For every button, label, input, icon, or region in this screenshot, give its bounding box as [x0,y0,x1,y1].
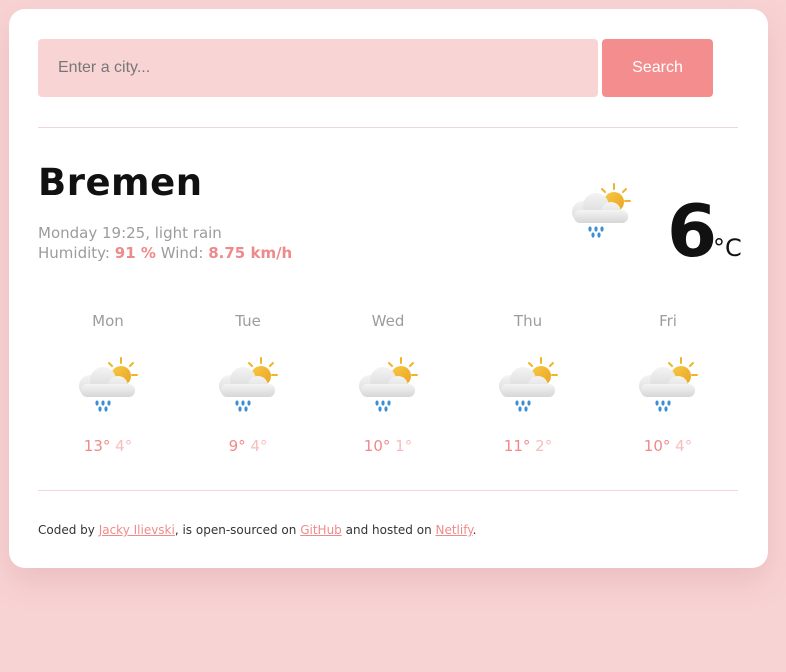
sun-cloud-rain-icon [76,355,140,415]
search-button[interactable]: Search [602,39,713,97]
forecast-temps: 13° 4° [38,436,178,456]
sun-cloud-rain-icon [356,355,420,415]
forecast-min-temp: 2° [535,437,553,455]
footer-text: . [472,523,477,537]
forecast-day: Fri 10° 4° [598,311,738,456]
temperature-unit-toggle[interactable]: °C [713,233,742,263]
forecast-min-temp: 4° [115,437,133,455]
footer-text: Coded by [38,523,99,537]
forecast-day-name: Thu [513,312,543,330]
forecast-max-temp: 9° [228,437,246,455]
footer-text: and hosted on [341,523,436,537]
humidity-value: 91 % [114,244,156,262]
wind-label: Wind: [160,244,204,262]
forecast-day: Wed 10° 1° [318,311,458,456]
forecast-max-temp: 13° [83,437,111,455]
forecast-min-temp: 4° [250,437,268,455]
forecast-temps: 11° 2° [458,436,598,456]
footer: Coded by Jacky Ilievski, is open-sourced… [38,522,476,538]
sun-cloud-rain-icon [636,355,700,415]
weather-card: Search Bremen Monday 19:25, light rain H… [9,9,768,568]
forecast-day-name: Mon [92,312,124,330]
forecast-temps: 10° 1° [318,436,458,456]
sun-cloud-rain-icon [216,355,280,415]
current-temperature: 6 [667,189,718,273]
day-time: Monday 19:25 [38,224,146,242]
current-details: Monday 19:25, light rain Humidity: 91 % … [38,223,292,263]
weather-description: light rain [154,224,222,242]
city-name: Bremen [38,161,203,204]
humidity-wind-line: Humidity: 91 % Wind: 8.75 km/h [38,243,292,263]
forecast-temps: 9° 4° [178,436,318,456]
forecast-day: Tue 9° 4° [178,311,318,456]
forecast-max-temp: 10° [363,437,391,455]
author-link[interactable]: Jacky Ilievski [99,523,175,537]
forecast-day: Thu 11° 2° [458,311,598,456]
divider [38,127,738,128]
forecast-day: Mon 13° 4° [38,311,178,456]
forecast-day-name: Wed [371,312,405,330]
forecast-max-temp: 10° [643,437,671,455]
forecast-max-temp: 11° [503,437,531,455]
forecast-day-name: Fri [659,312,677,330]
city-search-input[interactable] [38,39,598,97]
divider [38,490,738,491]
netlify-link[interactable]: Netlify [435,523,472,537]
forecast-min-temp: 1° [395,437,413,455]
sun-cloud-rain-icon [496,355,560,415]
github-link[interactable]: GitHub [300,523,342,537]
forecast-row: Mon 13° 4° Tue 9° 4° Wed 10° 1° Thu 11° … [38,311,738,471]
search-form: Search [38,39,713,97]
forecast-temps: 10° 4° [598,436,738,456]
forecast-min-temp: 4° [675,437,693,455]
humidity-label: Humidity: [38,244,110,262]
sun-cloud-rain-icon [569,181,633,241]
date-description-line: Monday 19:25, light rain [38,224,222,242]
footer-text: , is open-sourced on [174,523,301,537]
forecast-day-name: Tue [235,312,261,330]
wind-value: 8.75 km/h [208,244,293,262]
